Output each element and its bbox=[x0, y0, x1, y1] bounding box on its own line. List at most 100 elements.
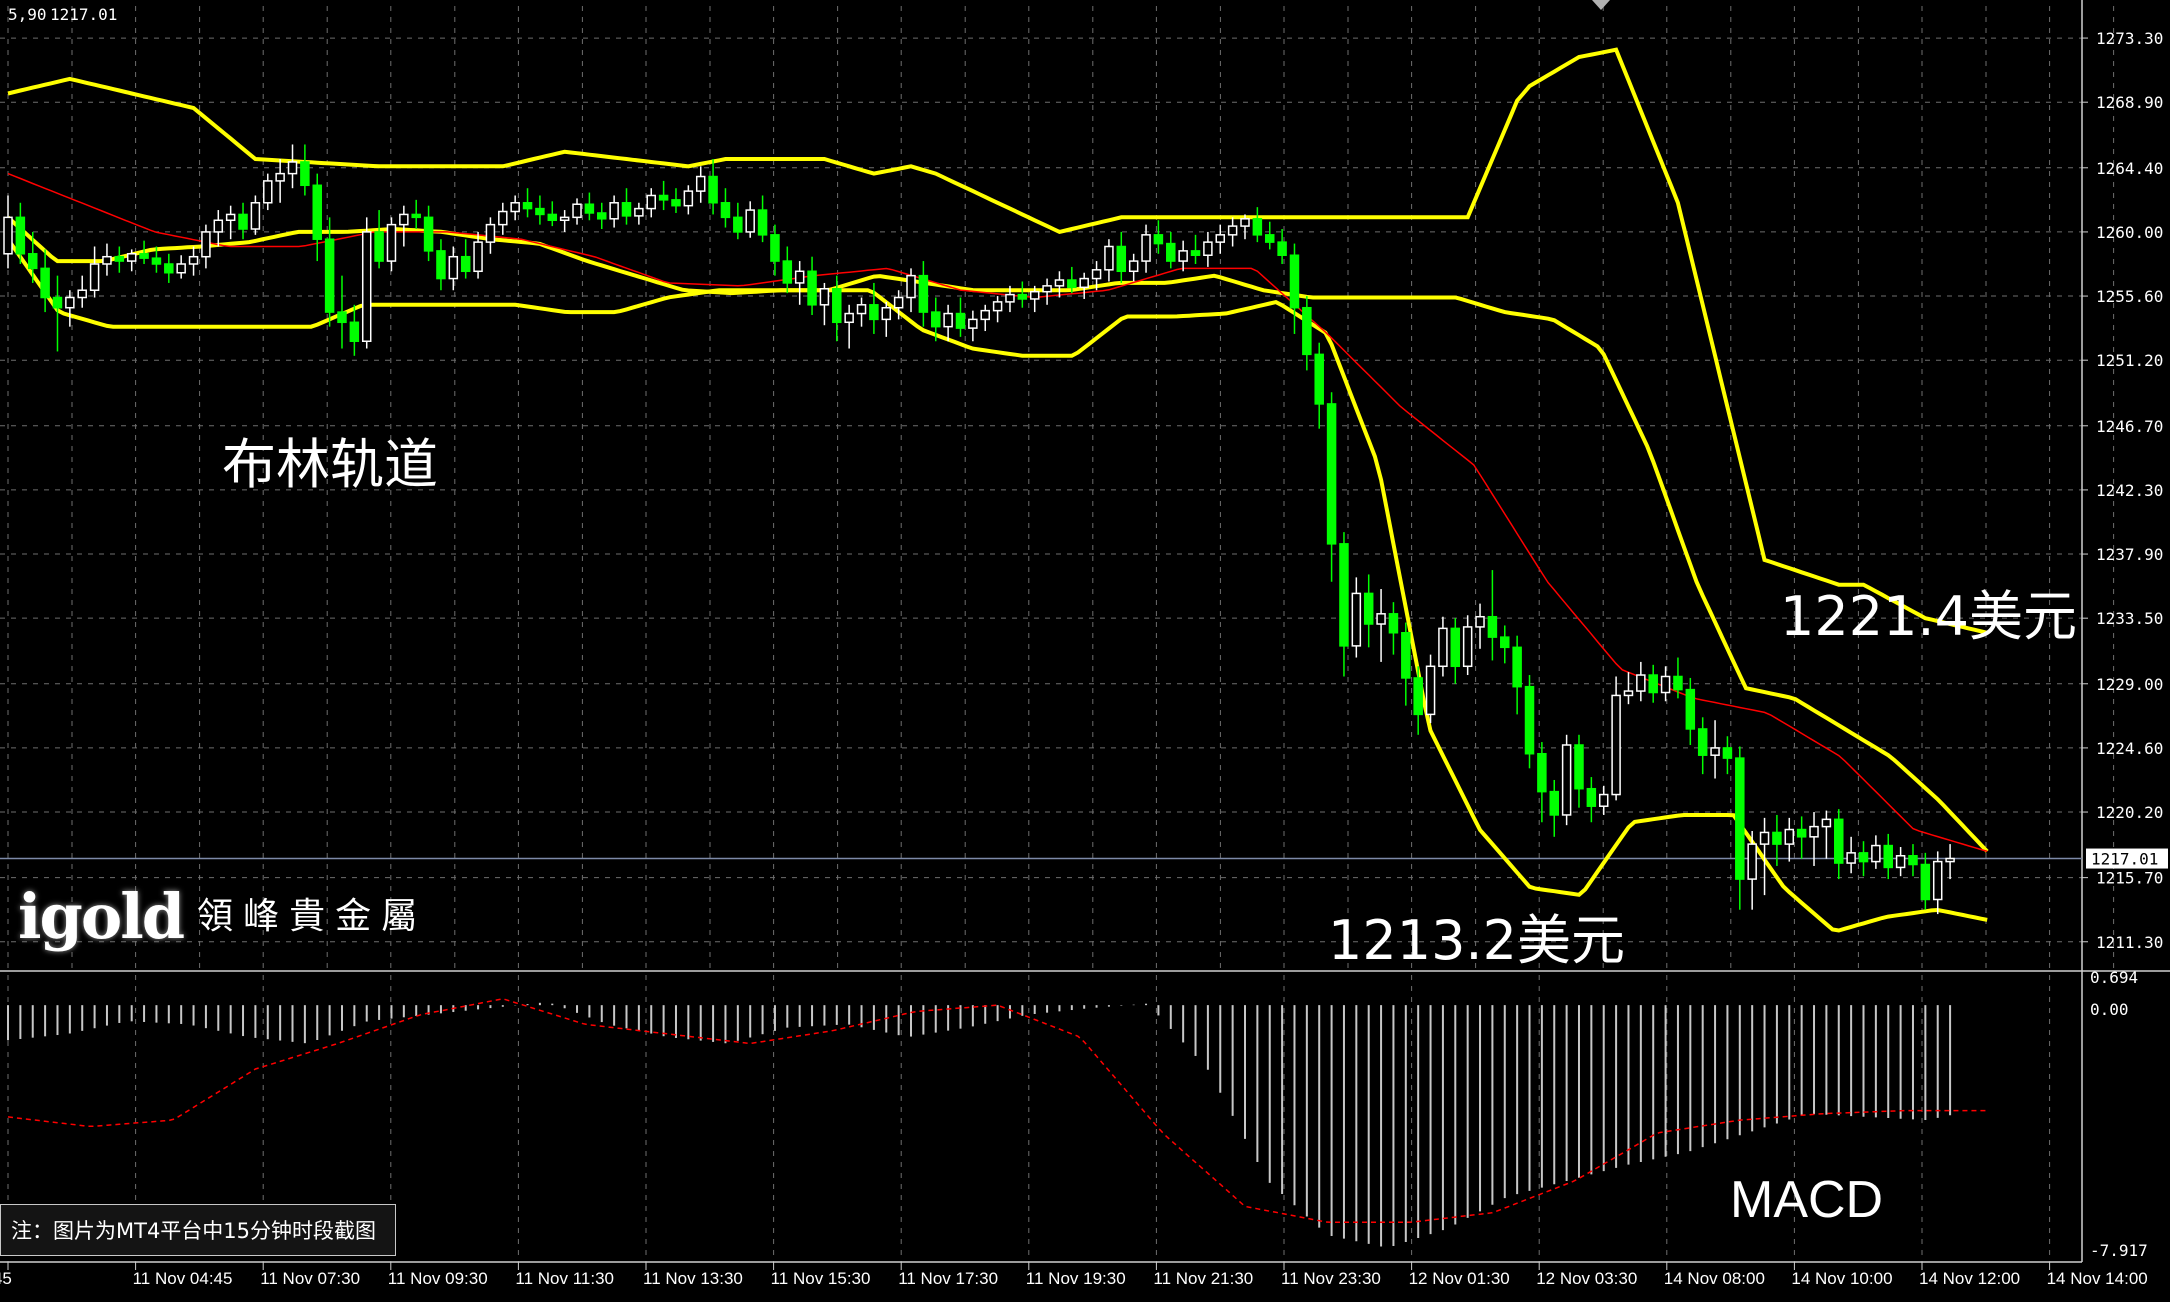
candle bbox=[1574, 734, 1584, 808]
candle-body bbox=[27, 253, 38, 270]
candle bbox=[399, 205, 409, 247]
candle-body bbox=[3, 216, 13, 255]
candle-body bbox=[1302, 306, 1312, 356]
candle bbox=[1895, 847, 1906, 877]
upper-band bbox=[7, 47, 1988, 635]
candle bbox=[992, 296, 1003, 323]
candle-body bbox=[1462, 626, 1473, 668]
candle-body bbox=[312, 184, 322, 240]
candle-body bbox=[1809, 825, 1819, 838]
candle-body bbox=[1425, 665, 1436, 716]
candle-body bbox=[1537, 752, 1547, 793]
candle-body bbox=[448, 255, 459, 280]
candle-body bbox=[498, 210, 508, 226]
candle bbox=[498, 202, 508, 235]
candle bbox=[621, 188, 632, 225]
candle bbox=[164, 253, 174, 283]
candle-body bbox=[1858, 852, 1869, 863]
candle bbox=[1932, 851, 1943, 915]
screenshot-note: 注：图片为MT4平台中15分钟时段截图 bbox=[0, 1204, 396, 1256]
candle bbox=[287, 144, 298, 189]
y-tick-label: 1215.70 bbox=[2096, 869, 2163, 888]
candle bbox=[1920, 852, 1931, 910]
candle-body bbox=[89, 263, 100, 291]
macd-label: MACD bbox=[1730, 1171, 1884, 1229]
candle-body bbox=[1648, 674, 1658, 694]
candle-body bbox=[1524, 685, 1535, 755]
y-tick-label: 1264.40 bbox=[2096, 159, 2163, 178]
shift-marker-icon[interactable] bbox=[1592, 0, 1610, 10]
candle bbox=[423, 205, 434, 262]
candle-body bbox=[1747, 843, 1757, 880]
candle-body bbox=[1091, 269, 1102, 280]
bollinger-label: 布林轨道 bbox=[222, 433, 438, 496]
candle bbox=[176, 255, 186, 279]
candle bbox=[943, 304, 953, 342]
x-tick-label: 11 Nov 07:30 bbox=[260, 1269, 360, 1288]
candle bbox=[386, 217, 397, 272]
candle bbox=[1289, 243, 1300, 334]
candle bbox=[1611, 676, 1621, 801]
candle bbox=[671, 188, 681, 213]
candle-body bbox=[1438, 627, 1448, 668]
lower-band bbox=[6, 238, 1988, 933]
candle-body bbox=[1920, 863, 1931, 901]
candle-body bbox=[485, 223, 496, 243]
candle-body bbox=[621, 202, 632, 217]
candle bbox=[1500, 625, 1510, 664]
candle bbox=[535, 195, 545, 225]
candle bbox=[1227, 217, 1238, 247]
candle-body bbox=[1796, 828, 1807, 838]
x-tick-label: 11 Nov 19:30 bbox=[1026, 1269, 1126, 1288]
candle-body bbox=[1685, 688, 1696, 730]
candle bbox=[225, 205, 236, 240]
candle-body bbox=[1215, 234, 1226, 243]
candle-body bbox=[819, 288, 830, 306]
x-tick-label: 12 Nov 01:30 bbox=[1409, 1269, 1510, 1288]
candle-body bbox=[881, 306, 892, 321]
x-tick-label: 14 Nov 14:00 bbox=[2047, 1269, 2148, 1288]
candle bbox=[745, 201, 755, 238]
macd-tick-label: 0.00 bbox=[2090, 1000, 2129, 1019]
candle bbox=[1215, 224, 1226, 254]
candle bbox=[856, 297, 867, 327]
candle bbox=[1079, 272, 1089, 299]
candle bbox=[485, 217, 496, 254]
candle-body bbox=[770, 234, 780, 262]
chart-window: 1273.30 1268.90 1264.40 1260.00 1255.60 1251.… bbox=[0, 0, 2170, 1302]
candle bbox=[1339, 532, 1349, 677]
candle-body bbox=[1067, 279, 1077, 289]
candle-body bbox=[856, 304, 867, 315]
candle-body bbox=[201, 231, 211, 258]
x-tick-label: 11 Nov 15:30 bbox=[771, 1269, 871, 1288]
x-tick-label: 11 Nov 13:30 bbox=[643, 1269, 743, 1288]
candle-body bbox=[931, 311, 941, 328]
candle-body bbox=[1042, 285, 1052, 293]
candle-body bbox=[559, 216, 570, 222]
candle-body bbox=[126, 253, 137, 262]
candle-body bbox=[733, 216, 743, 233]
candle-body bbox=[1289, 254, 1300, 309]
candle bbox=[1784, 817, 1795, 862]
candle bbox=[1388, 602, 1399, 655]
candle-body bbox=[1376, 613, 1386, 625]
candle bbox=[807, 256, 817, 316]
candle-body bbox=[275, 172, 285, 182]
candle bbox=[337, 275, 347, 349]
candle-body bbox=[522, 202, 533, 210]
candle-body bbox=[337, 311, 347, 324]
candle bbox=[844, 304, 854, 349]
y-tick-label: 1255.60 bbox=[2096, 287, 2163, 306]
macd-tick-label: -7.917 bbox=[2090, 1241, 2148, 1260]
price-chart[interactable]: 1273.30 1268.90 1264.40 1260.00 1255.60 1251.… bbox=[0, 0, 2170, 1302]
igold-logo: igold 領峰貴金屬 bbox=[18, 880, 427, 953]
candle bbox=[1883, 833, 1893, 880]
candle bbox=[460, 239, 471, 279]
candle-body bbox=[535, 207, 545, 216]
candle bbox=[1598, 785, 1609, 815]
candle-body bbox=[1227, 225, 1238, 236]
candle-body bbox=[1561, 744, 1572, 816]
candle-body bbox=[225, 213, 236, 222]
candle-body bbox=[473, 241, 483, 273]
y-tick-label: 1246.70 bbox=[2096, 417, 2163, 436]
